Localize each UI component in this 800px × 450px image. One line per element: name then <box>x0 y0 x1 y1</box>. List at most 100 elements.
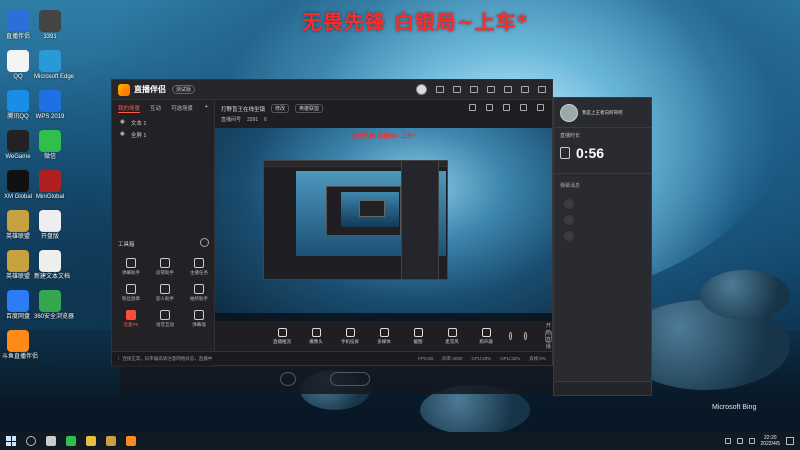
stat-item: 丢帧:0% <box>529 355 546 361</box>
copy-icon[interactable] <box>520 104 527 111</box>
window-icon[interactable] <box>436 86 444 93</box>
folder-icon[interactable] <box>86 436 96 446</box>
desktop-icon[interactable]: 360安全浏览器 <box>34 290 74 321</box>
chat-input-bar[interactable] <box>554 381 651 395</box>
start-menu-icon[interactable] <box>6 436 16 446</box>
control-label: 直播推流 <box>273 338 291 344</box>
settings-icon[interactable] <box>470 86 478 93</box>
control-button[interactable]: 扬声器 <box>475 327 497 345</box>
control-button[interactable]: 麦克风 <box>441 327 463 345</box>
control-button[interactable]: 多媒体 <box>373 327 395 345</box>
tab-my-scenes[interactable]: 我的场景 <box>118 104 141 113</box>
control-button[interactable]: 直播推流 <box>271 327 293 345</box>
tool-icon <box>194 284 204 294</box>
desktop-icon[interactable]: WeGame <box>2 130 34 161</box>
stream-title: 打野盲王在线坐镇 <box>221 106 266 113</box>
stream-preview[interactable]: 无畏先锋 白银局~上车* <box>215 128 552 321</box>
scene-item[interactable]: ◉ 文本 1 <box>112 117 214 129</box>
stream-stats: FPS:60 码率:4000 CPU:20% GPU:32% 丢帧:0% <box>418 356 546 362</box>
streamer-avatar[interactable] <box>560 103 578 122</box>
status-bar: ! 连接正常，码率偏高请注意网络状态，直播中 FPS:60 码率:4000 CPU:… <box>112 351 552 365</box>
chat-panel: 我是上王者向阿哥吧 直播时长 0:56 弹幕消息 <box>553 97 652 396</box>
tool-icon <box>194 258 204 268</box>
clock[interactable]: 22:20 2022/4/5 <box>761 435 780 447</box>
desktop-icon[interactable]: 新建文本文档 <box>34 250 70 281</box>
streaming-app-taskbar-icon[interactable] <box>126 436 136 446</box>
streaming-app-window: 直播伴侣 测试版 我的场景 互动 可选场景 + ◉ 文本 1 ◉ 全屏 1 工具箱 … <box>111 79 553 367</box>
maximize-icon[interactable] <box>521 86 529 93</box>
tool-item[interactable]: 迎人助手 <box>150 284 180 302</box>
app-icon <box>7 170 29 192</box>
task-view-icon[interactable] <box>46 436 56 446</box>
volume-icon[interactable] <box>748 438 755 444</box>
lock-icon[interactable] <box>486 104 493 111</box>
app-icon <box>7 210 29 232</box>
tab-optional-scenes[interactable]: 可选场景 <box>171 104 193 113</box>
share-icon[interactable] <box>469 104 476 111</box>
edit-title-button[interactable]: 修改 <box>271 104 290 113</box>
desktop-icon[interactable]: 斗鱼直播伴侣 <box>2 330 38 361</box>
network-icon[interactable] <box>736 438 743 444</box>
user-avatar[interactable] <box>416 84 427 95</box>
desktop-icon[interactable]: 英雄联盟 <box>2 210 34 241</box>
control-button[interactable]: 手机投屏 <box>339 327 361 345</box>
toolbox-settings-icon[interactable] <box>200 238 209 247</box>
tool-item[interactable]: 连麦PK <box>116 310 146 328</box>
desktop-icon[interactable]: Microsoft Edge <box>34 50 74 81</box>
control-label: 扬声器 <box>479 338 493 344</box>
desktop-icon[interactable]: MiniGlobal <box>34 170 66 201</box>
desktop-icon[interactable]: QQ <box>2 50 34 81</box>
app-logo-icon <box>118 83 130 96</box>
tool-icon <box>160 310 170 320</box>
tool-item[interactable]: 弹幕助手 <box>116 258 146 276</box>
tool-item[interactable]: 语音互动 <box>150 310 180 328</box>
desktop-icon[interactable]: 腾讯QQ <box>2 90 34 121</box>
start-stream-button[interactable]: 开始直播 <box>544 323 552 350</box>
tool-icon <box>126 284 136 294</box>
desktop-icon[interactable]: WPS 2019 <box>34 90 66 121</box>
desktop-icon[interactable]: 微信 <box>34 130 66 161</box>
warning-icon: ! <box>118 356 120 361</box>
desktop-icon-label: WeGame <box>5 154 31 160</box>
taskbar-app-icon[interactable] <box>66 436 76 446</box>
category-select[interactable]: 英雄联盟 <box>295 104 324 113</box>
record-icon[interactable] <box>509 332 512 340</box>
control-button[interactable]: 截图 <box>407 327 429 345</box>
desktop-icon[interactable]: 直播伴侣 <box>2 10 34 41</box>
tray-icon[interactable] <box>724 438 731 444</box>
control-icon <box>311 327 321 337</box>
gear-icon[interactable] <box>523 332 527 340</box>
desktop-icon[interactable]: 3391 <box>34 10 66 41</box>
desktop-icon[interactable]: 英雄联盟 <box>2 250 34 281</box>
tool-item[interactable]: 房管助手 <box>150 258 180 276</box>
link-icon[interactable] <box>537 104 544 111</box>
desktop-icon[interactable]: XM Global <box>2 170 34 201</box>
tool-item[interactable]: 抽奖助手 <box>184 284 214 302</box>
tool-item[interactable]: 粉丝勋章 <box>116 284 146 302</box>
minimize-icon[interactable] <box>504 86 512 93</box>
background-control-icon[interactable] <box>280 372 296 386</box>
eye-icon[interactable]: ◉ <box>120 131 125 139</box>
menu-icon[interactable] <box>487 86 495 93</box>
app-icon <box>7 250 29 272</box>
scene-item[interactable]: ◉ 全屏 1 <box>112 129 214 141</box>
tool-item[interactable]: 主播任务 <box>184 258 214 276</box>
room-label: 直播间号 <box>221 117 242 123</box>
close-icon[interactable] <box>538 86 546 93</box>
add-scene-button[interactable]: + <box>205 104 208 113</box>
tab-interact[interactable]: 互动 <box>150 104 161 113</box>
chat-placeholder-icon <box>564 215 574 225</box>
background-play-button[interactable] <box>330 372 370 386</box>
taskbar-app-icon[interactable] <box>106 436 116 446</box>
desktop-icon[interactable]: 百度网盘 <box>2 290 34 321</box>
search-icon[interactable] <box>26 436 36 446</box>
tool-icon <box>126 310 136 320</box>
eye-icon[interactable]: ◉ <box>120 119 125 127</box>
app-icon <box>39 290 61 312</box>
notification-icon[interactable] <box>786 437 794 445</box>
tool-item[interactable]: 弹幕墙 <box>184 310 214 328</box>
control-button[interactable]: 摄像头 <box>305 327 327 345</box>
chat-icon[interactable] <box>503 104 510 111</box>
message-icon[interactable] <box>453 86 461 93</box>
desktop-icon[interactable]: 开盘版 <box>34 210 66 241</box>
